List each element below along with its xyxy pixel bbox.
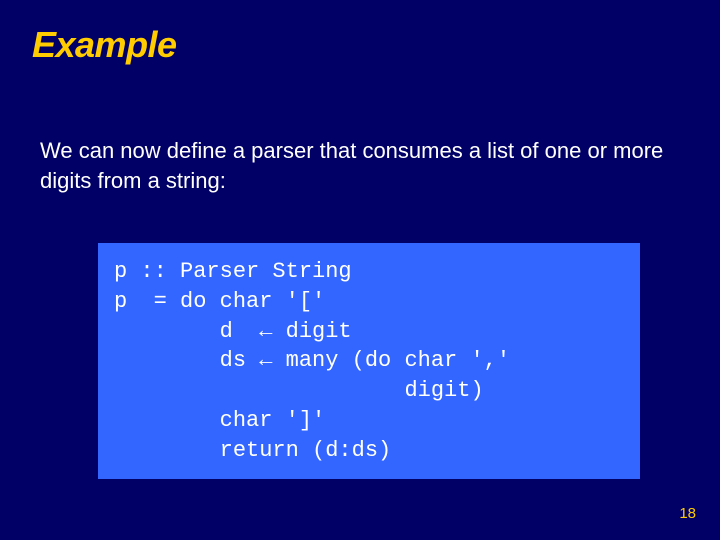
slide-body-text: We can now define a parser that consumes… xyxy=(40,136,680,195)
page-number: 18 xyxy=(679,505,696,522)
slide-title: Example xyxy=(32,24,690,66)
code-block: p :: Parser String p = do char '[' d ← d… xyxy=(98,243,640,479)
slide: Example We can now define a parser that … xyxy=(0,0,720,540)
